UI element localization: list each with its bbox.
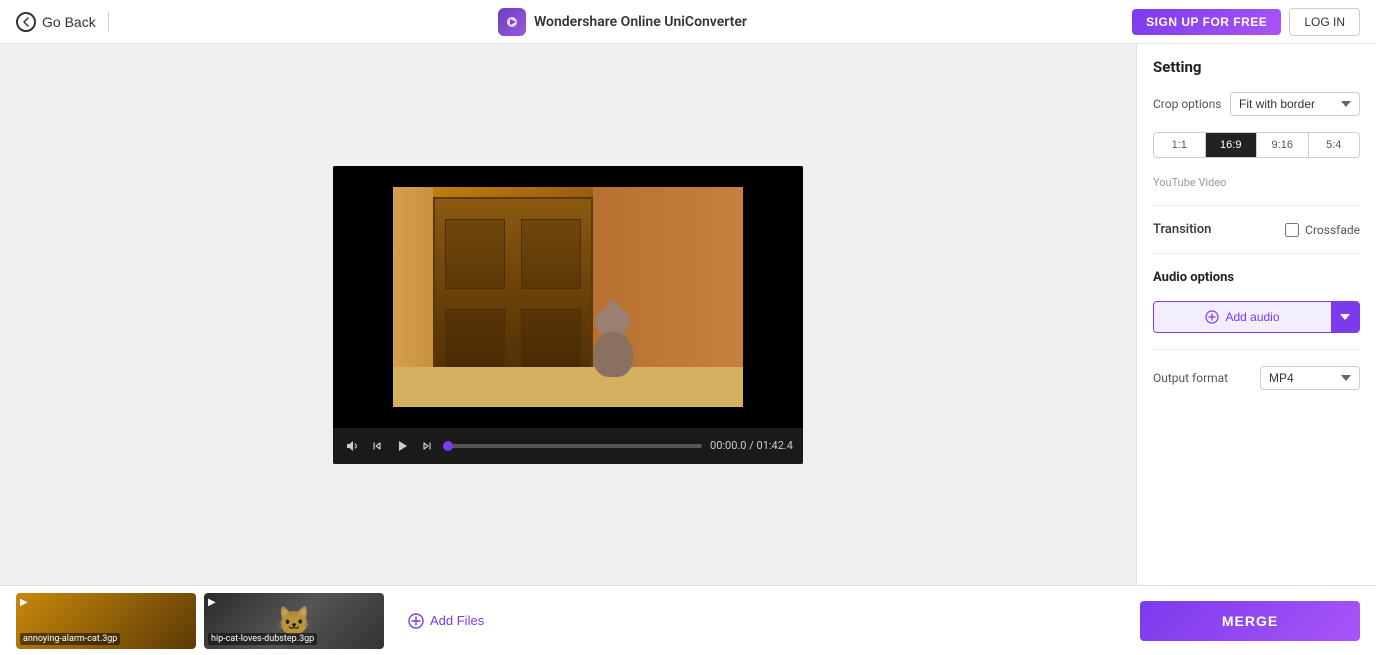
crop-options-row: Crop options Fit with border Crop to fil…: [1153, 92, 1360, 116]
header-brand: Wondershare Online UniConverter: [498, 8, 747, 36]
aspect-ratio-1-1[interactable]: 1:1: [1154, 133, 1206, 157]
header-actions: SIGN UP FOR FREE LOG IN: [1132, 8, 1360, 36]
time-current: 00:00.0: [710, 439, 746, 452]
thumb-1-play-icon: ▶: [20, 597, 28, 608]
thumbnail-2-label: hip-cat-loves-dubstep.3gp: [208, 633, 317, 645]
play-button[interactable]: [393, 437, 411, 455]
video-content: [333, 166, 803, 428]
progress-bar[interactable]: [443, 444, 702, 448]
aspect-ratio-16-9[interactable]: 16:9: [1206, 133, 1258, 157]
cat-body: [593, 332, 633, 377]
time-separator: /: [749, 439, 756, 452]
dropdown-chevron-icon: [1340, 314, 1350, 320]
cat-ear-right: [604, 299, 616, 311]
go-back-label: Go Back: [42, 14, 96, 30]
plus-circle-icon: [1205, 310, 1219, 324]
video-floor: [393, 367, 743, 407]
divider-1: [1153, 205, 1360, 206]
crossfade-label: Crossfade: [1305, 223, 1360, 237]
add-audio-label: Add audio: [1225, 310, 1279, 324]
output-format-row: Output format MP4 MOV AVI MKV: [1153, 366, 1360, 390]
add-audio-dropdown-button[interactable]: [1331, 302, 1359, 332]
app-header: Go Back Wondershare Online UniConverter …: [0, 0, 1376, 44]
progress-thumb: [443, 441, 453, 451]
main-content: 00:00.0 / 01:42.4 Setting Crop options F…: [0, 44, 1376, 585]
add-files-label: Add Files: [430, 613, 484, 628]
add-files-button[interactable]: Add Files: [392, 605, 500, 637]
add-audio-button[interactable]: Add audio: [1154, 302, 1331, 332]
video-player: 00:00.0 / 01:42.4: [333, 166, 803, 464]
merge-button[interactable]: MERGE: [1140, 601, 1360, 641]
brand-icon: [498, 8, 526, 36]
aspect-hint: YouTube Video: [1153, 176, 1360, 189]
crop-options-select[interactable]: Fit with border Crop to fill Stretch: [1230, 92, 1360, 116]
thumbnail-1[interactable]: ▶ annoying-alarm-cat.3gp: [16, 593, 196, 649]
header-left: Go Back: [16, 12, 113, 32]
go-back-button[interactable]: Go Back: [16, 12, 96, 32]
thumbnail-1-label: annoying-alarm-cat.3gp: [20, 633, 120, 645]
right-panel: Setting Crop options Fit with border Cro…: [1136, 44, 1376, 585]
back-circle-icon: [16, 12, 36, 32]
brand-name: Wondershare Online UniConverter: [534, 14, 747, 30]
log-in-button[interactable]: LOG IN: [1289, 8, 1360, 36]
add-audio-row: Add audio: [1153, 301, 1360, 333]
time-display: 00:00.0 / 01:42.4: [710, 439, 793, 452]
aspect-ratio-5-4[interactable]: 5:4: [1309, 133, 1360, 157]
video-controls: 00:00.0 / 01:42.4: [333, 428, 803, 464]
crossfade-checkbox[interactable]: [1285, 223, 1299, 237]
aspect-ratio-selector: 1:1 16:9 9:16 5:4: [1153, 132, 1360, 158]
divider-2: [1153, 253, 1360, 254]
aspect-ratio-9-16[interactable]: 9:16: [1257, 133, 1309, 157]
transition-label: Transition: [1153, 222, 1211, 237]
panel-setting-title: Setting: [1153, 58, 1360, 76]
sign-up-button[interactable]: SIGN UP FOR FREE: [1132, 9, 1281, 35]
header-divider: [108, 12, 109, 32]
video-inner: [393, 187, 743, 407]
output-format-select[interactable]: MP4 MOV AVI MKV: [1260, 366, 1360, 390]
time-total: 01:42.4: [757, 439, 793, 452]
door-panel-2: [521, 219, 581, 289]
divider-3: [1153, 349, 1360, 350]
crop-options-label: Crop options: [1153, 97, 1221, 111]
rewind-button[interactable]: [369, 438, 385, 454]
audio-title: Audio options: [1153, 270, 1360, 285]
add-files-plus-icon: [408, 613, 424, 629]
crossfade-toggle-group: Crossfade: [1285, 223, 1360, 237]
thumb-2-play-icon: ▶: [208, 597, 216, 608]
thumbnail-2[interactable]: 🐱 ▶ hip-cat-loves-dubstep.3gp: [204, 593, 384, 649]
video-frame: [333, 166, 803, 428]
fast-forward-button[interactable]: [419, 438, 435, 454]
transition-row: Transition Crossfade: [1153, 222, 1360, 237]
output-format-label: Output format: [1153, 371, 1228, 385]
mute-button[interactable]: [343, 437, 361, 455]
cat-figure: [583, 307, 643, 377]
bottom-strip: ▶ annoying-alarm-cat.3gp 🐱 ▶ hip-cat-lov…: [0, 585, 1376, 655]
door-panel-1: [445, 219, 505, 289]
video-area: 00:00.0 / 01:42.4: [0, 44, 1136, 585]
